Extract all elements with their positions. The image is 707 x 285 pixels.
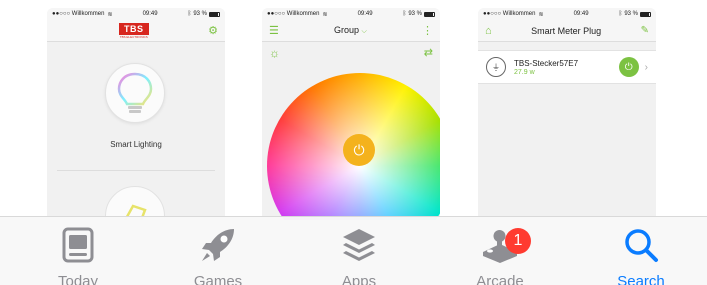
carrier-label: ●●○○○ Willkommen (483, 11, 536, 17)
plug-icon: ⏚ (486, 57, 506, 77)
bulb-icon[interactable] (105, 63, 165, 123)
smart-lighting-label[interactable]: Smart Lighting (47, 140, 225, 149)
power-toggle[interactable]: ⏻ (618, 57, 639, 77)
status-time: 09:49 (573, 11, 589, 17)
tab-label: Search (617, 273, 665, 285)
today-icon (61, 225, 95, 265)
search-icon (623, 225, 659, 265)
tab-bar: Today Games Apps 1 Arcade Search (0, 216, 707, 285)
arcade-badge: 1 (505, 228, 531, 254)
device-name: TBS-Stecker57E7 (514, 58, 579, 68)
tab-label: Arcade (476, 273, 524, 285)
tab-label: Today (57, 273, 99, 285)
status-bar: ●●○○○ Willkommen ≋ 09:49 ᛒ 93 % (47, 8, 225, 20)
device-row[interactable]: ⏚ TBS-Stecker57E7 27.9 w ⏻ › (478, 50, 656, 84)
screenshot-smart-lighting: ●●○○○ Willkommen ≋ 09:49 ᛒ 93 % TBS TBS … (47, 8, 225, 220)
divider (57, 170, 215, 171)
screen-title: Smart Meter Plug (531, 25, 602, 36)
app-navbar: ☰ Group ⌵ ⋮ (262, 20, 440, 42)
status-time: 09:49 (357, 11, 373, 17)
bluetooth-icon: ᛒ (187, 11, 192, 17)
battery-percent: 93 % (624, 11, 638, 17)
home-icon[interactable]: ⌂ (485, 25, 492, 37)
swap-icon[interactable]: ⇄ (424, 46, 433, 60)
device-power: 27.9 w (514, 68, 535, 76)
chevron-down-icon: ⌵ (361, 28, 367, 35)
tab-games[interactable]: Games (168, 225, 268, 285)
tab-apps[interactable]: Apps (309, 225, 409, 285)
status-time: 09:49 (142, 11, 158, 17)
tab-search[interactable]: Search (591, 225, 691, 285)
brightness-icon[interactable]: ☼ (269, 46, 280, 60)
battery-icon (209, 11, 220, 17)
tab-arcade[interactable]: 1 Arcade (450, 225, 550, 285)
power-button[interactable]: ⏻ (343, 134, 375, 166)
joystick-icon: 1 (479, 225, 531, 265)
tab-label: Games (193, 273, 243, 285)
group-title: Group (334, 25, 360, 35)
tab-label: Apps (341, 273, 377, 285)
battery-percent: 93 % (408, 11, 422, 17)
battery-icon (424, 11, 435, 17)
tbs-logo-subtitle: TBS ELECTRONICS (119, 34, 148, 39)
app-navbar: ⌂ Smart Meter Plug ✎ (478, 20, 656, 42)
group-selector[interactable]: Group ⌵ (334, 25, 367, 36)
bluetooth-icon: ᛒ (618, 11, 623, 17)
carrier-label: ●●○○○ Willkommen (267, 11, 320, 17)
battery-percent: 93 % (193, 11, 207, 17)
wifi-icon: ≋ (322, 11, 328, 18)
status-bar: ●●○○○ Willkommen ≋ 09:49 ᛒ 93 % (262, 8, 440, 20)
edit-icon[interactable]: ✎ (641, 25, 649, 36)
wifi-icon: ≋ (538, 11, 544, 18)
layers-icon (340, 225, 378, 265)
tbs-logo-text: TBS (119, 22, 149, 35)
app-navbar: TBS TBS ELECTRONICS ⚙ (47, 20, 225, 42)
chevron-right-icon[interactable]: › (645, 62, 648, 73)
more-icon[interactable]: ⋮ (422, 24, 433, 37)
status-bar: ●●○○○ Willkommen ≋ 09:49 ᛒ 93 % (478, 8, 656, 20)
carrier-label: ●●○○○ Willkommen (52, 11, 105, 17)
wifi-icon: ≋ (107, 11, 113, 18)
battery-icon (640, 11, 651, 17)
tbs-logo: TBS TBS ELECTRONICS (119, 22, 149, 39)
bluetooth-icon: ᛒ (402, 11, 407, 17)
screenshot-smart-meter-plug: ●●○○○ Willkommen ≋ 09:49 ᛒ 93 % ⌂ Smart … (478, 8, 656, 220)
tab-today[interactable]: Today (28, 225, 128, 285)
smart-plug-icon[interactable] (105, 186, 165, 220)
screenshot-color-wheel: ●●○○○ Willkommen ≋ 09:49 ᛒ 93 % ☰ Group … (262, 8, 440, 220)
menu-icon[interactable]: ☰ (269, 24, 279, 37)
gear-icon[interactable]: ⚙ (208, 24, 218, 37)
rocket-icon (198, 225, 238, 265)
